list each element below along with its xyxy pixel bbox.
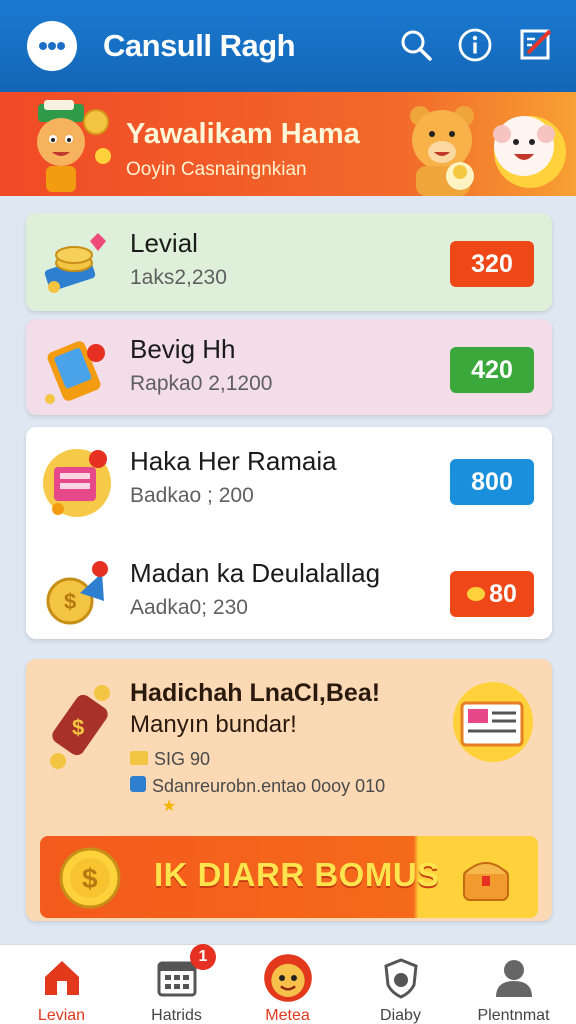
- calculator-icon: [45, 341, 105, 404]
- list-item[interactable]: $ Madan ka Deulalallag Aadka0; 230 80: [26, 543, 552, 643]
- bonus-label: IK DIARR BOMUS: [154, 856, 440, 893]
- item-title: Madan ka Deulalallag: [130, 558, 381, 588]
- app-title: Cansull Ragh: [103, 28, 296, 63]
- home-icon: [45, 961, 79, 995]
- reward-card-3[interactable]: Haka Her Ramaia Badkao ; 200 800 $ Madan…: [26, 427, 552, 639]
- profile-icon: [496, 960, 532, 997]
- scroll-icon: $: [50, 685, 110, 769]
- search-icon[interactable]: [398, 27, 434, 63]
- banner-title: Yawalikam Hama: [126, 118, 360, 150]
- bonus-button[interactable]: $ IK DIARR BOMUS: [40, 836, 538, 918]
- promo-line-1: SIG 90: [130, 749, 210, 770]
- notification-badge: 1: [190, 944, 216, 970]
- promo-banner[interactable]: Yawalikam Hama Ooyin Casnaingnkian: [0, 92, 576, 196]
- tab-label: Plentnmat: [477, 1007, 550, 1024]
- app-bar: Cansull Ragh: [0, 0, 576, 92]
- tab-label: Diaby: [380, 1007, 421, 1024]
- coin-icon: [467, 587, 486, 601]
- tab-profile[interactable]: Plentnmat: [456, 945, 571, 1024]
- value-button[interactable]: 800: [450, 459, 534, 505]
- newspaper-icon: [453, 682, 533, 762]
- promo-subtitle: Manyın bundar!: [130, 711, 297, 738]
- item-title: Haka Her Ramaia: [130, 446, 337, 476]
- value-button[interactable]: 420: [450, 347, 534, 393]
- mascot-icon: [264, 954, 312, 1002]
- item-title: Bevig Hh: [130, 334, 236, 364]
- item-subtitle: Badkao ; 200: [130, 484, 254, 507]
- shield-icon: [384, 958, 418, 999]
- bear-mascot-icon: [410, 106, 474, 196]
- reward-card-2[interactable]: Bevig Hh Rapka0 2,1200 420: [26, 319, 552, 415]
- treasure-chest-icon: [463, 862, 509, 901]
- item-subtitle: Rapka0 2,1200: [130, 372, 273, 395]
- item-subtitle: 1aks2,230: [130, 266, 227, 289]
- bottom-tab-bar: Levian Hatrids Metea Diaby Plentnmat: [0, 944, 576, 1024]
- shield-check-icon: [130, 776, 146, 792]
- edit-icon[interactable]: [518, 27, 554, 63]
- coin-icon: $: [59, 847, 121, 909]
- tab-label: Hatrids: [151, 1007, 202, 1024]
- value-button[interactable]: 320: [450, 241, 534, 287]
- list-item[interactable]: Bevig Hh Rapka0 2,1200 420: [26, 319, 552, 419]
- banner-subtitle: Ooyin Casnaingnkian: [126, 159, 307, 180]
- coins-icon: [44, 233, 106, 293]
- tab-label: Metea: [265, 1007, 310, 1024]
- item-title: Levial: [130, 228, 198, 258]
- tab-label: Levian: [37, 1007, 86, 1024]
- list-item[interactable]: Levial 1aks2,230 320: [26, 213, 552, 313]
- tab-calendar[interactable]: Hatrids: [119, 945, 234, 1024]
- promo-line-2: Sdanreurobn.entao 0ooy 010: [130, 776, 385, 797]
- svg-text:$: $: [64, 589, 76, 614]
- svg-text:$: $: [82, 863, 98, 894]
- star-icon: ★: [162, 798, 177, 815]
- tab-mascot[interactable]: Metea: [230, 945, 345, 1024]
- coin-arrow-icon: $: [46, 561, 108, 625]
- promo-title: Hadichah LnaCI,Bea!: [130, 679, 381, 707]
- info-icon[interactable]: [457, 27, 493, 63]
- list-item[interactable]: Haka Her Ramaia Badkao ; 200 800: [26, 431, 552, 531]
- value-label: 80: [489, 579, 517, 608]
- bonus-promo-card[interactable]: $ Hadichah LnaCI,Bea! Manyın bundar! SIG…: [26, 659, 552, 921]
- app-logo-icon[interactable]: [27, 21, 77, 71]
- value-button[interactable]: 80: [450, 571, 534, 617]
- mascot-boy-icon: [37, 100, 111, 192]
- reward-card-1[interactable]: Levial 1aks2,230 320: [26, 213, 552, 311]
- puppy-mascot-icon: [493, 116, 566, 188]
- svg-text:$: $: [72, 715, 84, 740]
- tab-shield[interactable]: Diaby: [343, 945, 458, 1024]
- tab-home[interactable]: Levian: [4, 945, 119, 1024]
- item-subtitle: Aadka0; 230: [130, 596, 248, 619]
- ticket-icon: [130, 751, 148, 765]
- gift-box-icon: [43, 449, 111, 517]
